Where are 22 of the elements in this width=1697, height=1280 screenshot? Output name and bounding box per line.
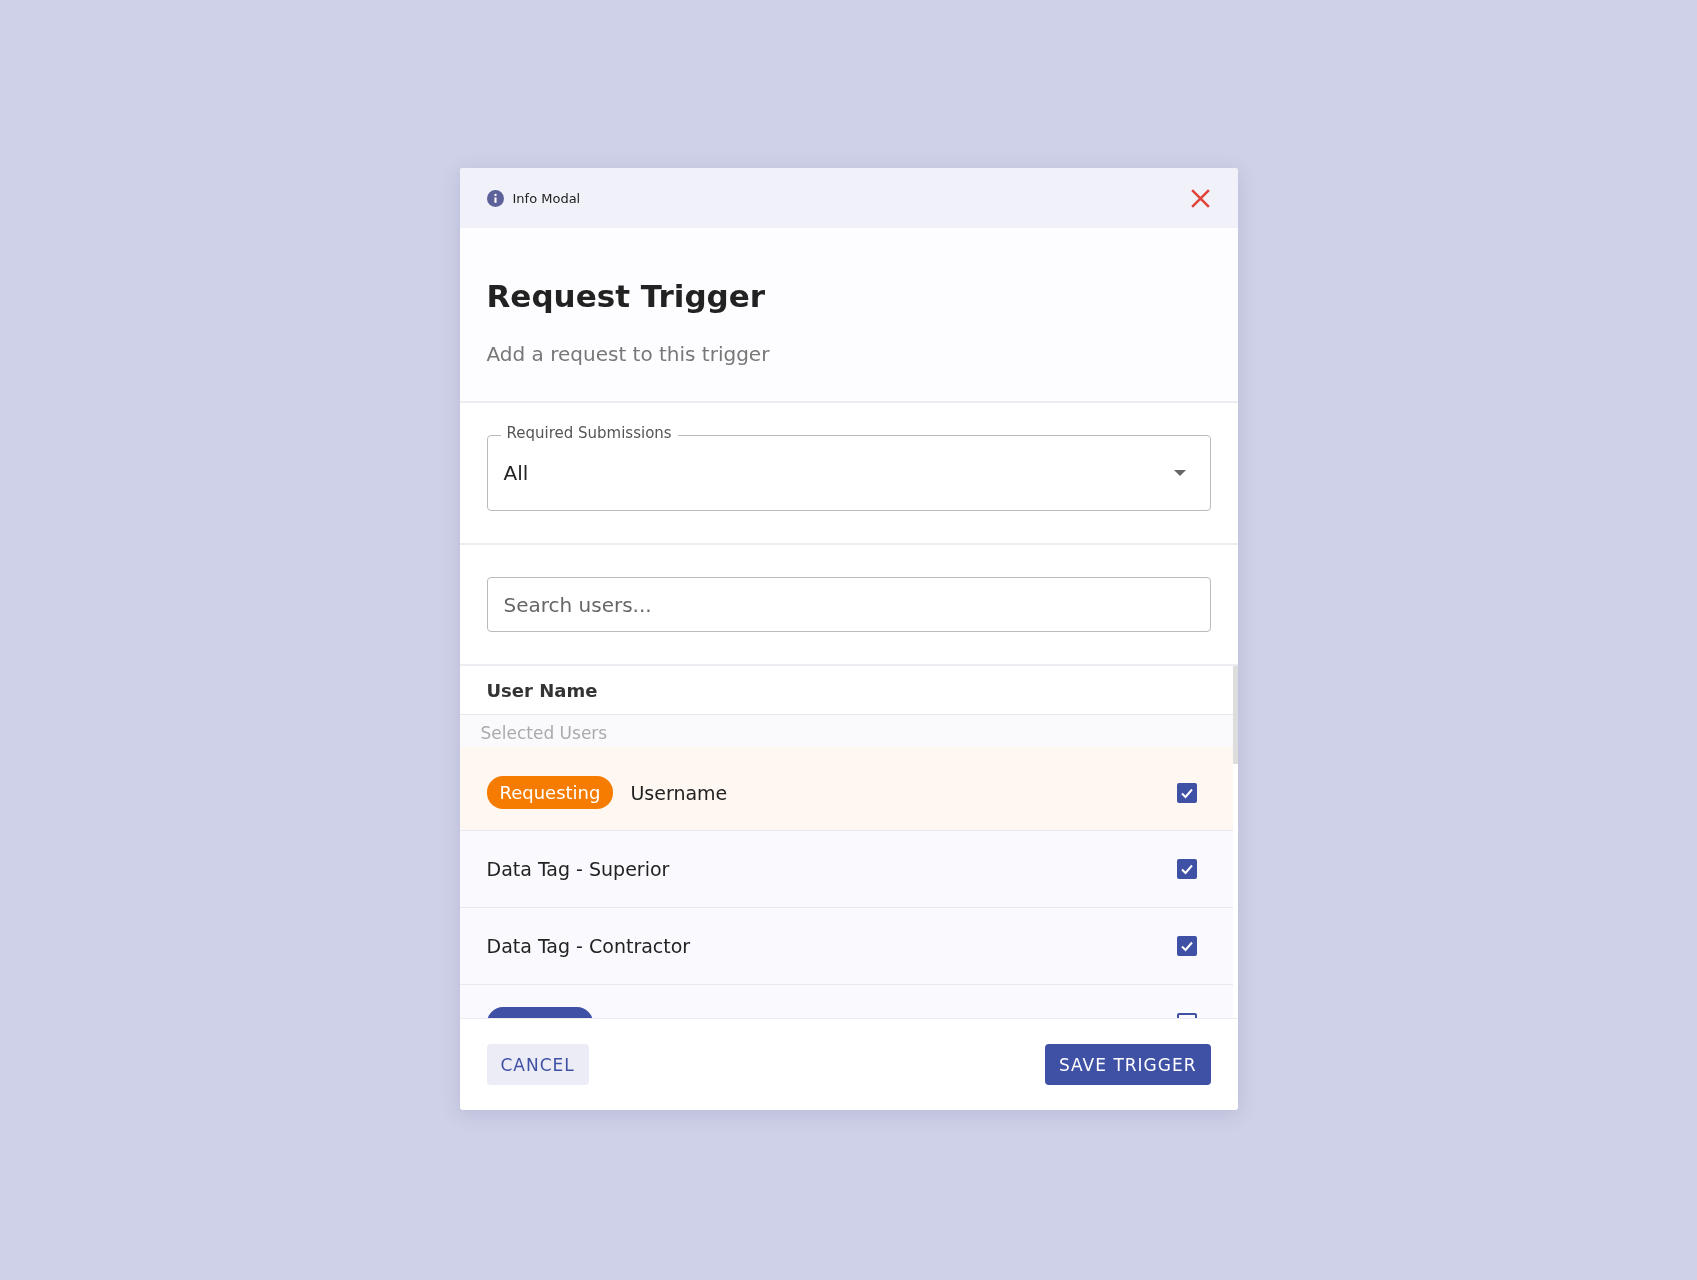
field-label: Required Submissions bbox=[500, 424, 678, 442]
save-button[interactable]: SAVE TRIGGER bbox=[1044, 1044, 1211, 1085]
checkbox[interactable] bbox=[1176, 936, 1197, 956]
scrollbar[interactable] bbox=[1232, 666, 1238, 764]
group-label: Selected Users bbox=[459, 715, 1233, 747]
user-row[interactable]: Requesting Username bbox=[459, 747, 1233, 831]
user-name: Data Tag - Superior bbox=[486, 858, 671, 880]
checkbox[interactable] bbox=[1176, 782, 1197, 803]
info-icon bbox=[486, 189, 504, 207]
user-name: Username bbox=[630, 781, 729, 804]
user-row[interactable]: Data Tag - Superior bbox=[459, 831, 1233, 908]
cancel-button[interactable]: CANCEL bbox=[486, 1044, 589, 1085]
close-icon[interactable] bbox=[1189, 187, 1211, 209]
search-field[interactable]: Search users... bbox=[486, 577, 1211, 632]
modal-subtitle: Add a request to this trigger bbox=[486, 342, 771, 366]
dropdown-caret-icon bbox=[1173, 470, 1186, 476]
modal-label: Info Modal bbox=[512, 190, 582, 206]
modal-title: Request Trigger bbox=[486, 278, 767, 314]
checkbox[interactable] bbox=[1176, 859, 1197, 879]
user-name: Data Tag - Contractor bbox=[486, 935, 692, 957]
user-row[interactable]: Data Tag - Contractor bbox=[459, 908, 1233, 985]
status-badge: Requesting bbox=[486, 776, 614, 809]
